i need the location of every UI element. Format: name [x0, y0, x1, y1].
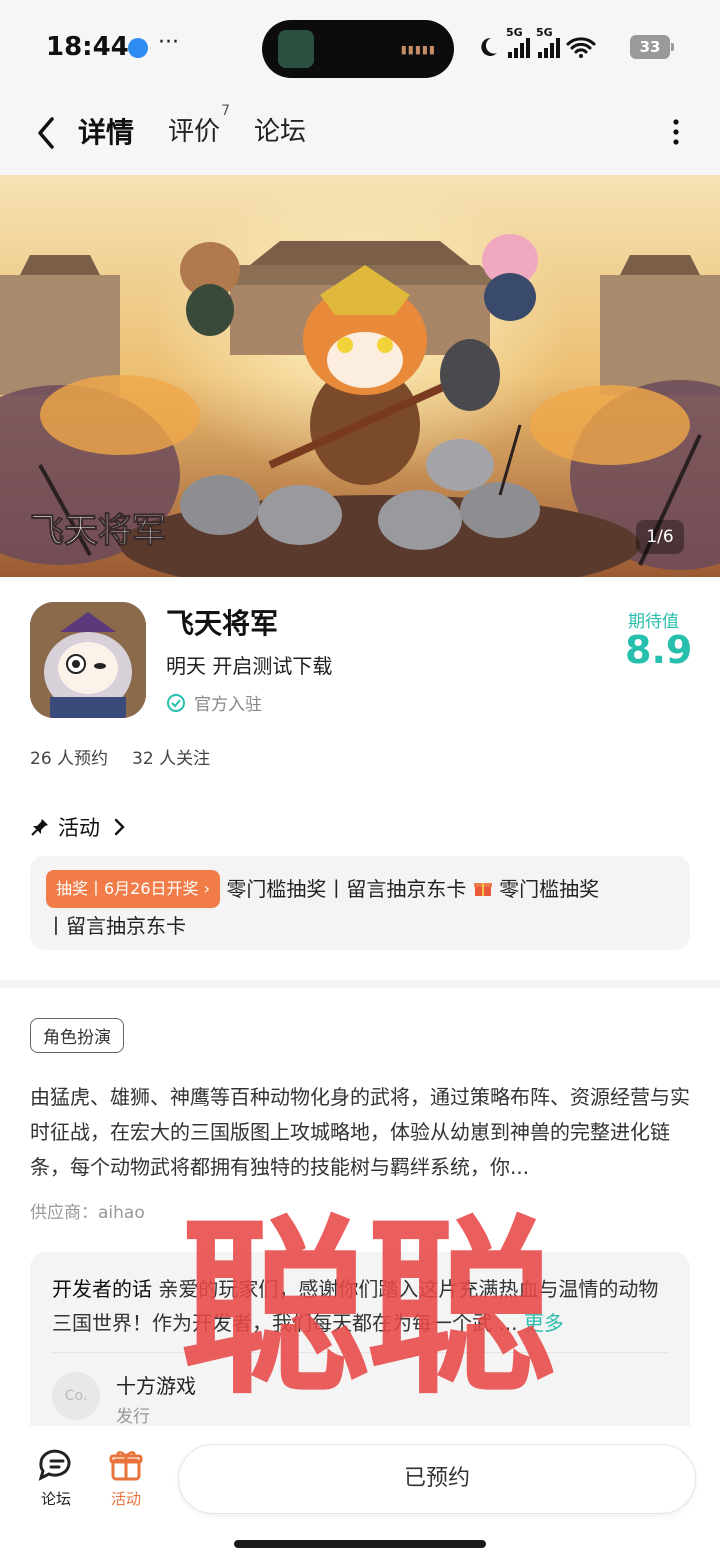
- publisher-role: 发行: [116, 1407, 150, 1427]
- forum-chat-icon: [38, 1449, 71, 1481]
- activity-title: 活动: [58, 816, 100, 840]
- tab-review[interactable]: 评价 7: [168, 103, 230, 148]
- watermark-overlay: 聪聪: [180, 1199, 556, 1420]
- forum-button[interactable]: 论坛: [26, 1448, 86, 1509]
- activity-label: 活动: [110, 1490, 141, 1508]
- battery-icon: 33: [630, 35, 674, 59]
- expectation-score: 8.9: [625, 628, 693, 672]
- activity-card[interactable]: 抽奖丨6月26日开奖 › 零门槛抽奖丨留言抽京东卡 零门槛抽奖 丨留言抽京东卡: [30, 856, 690, 950]
- section-divider: [0, 980, 720, 988]
- official-label: 官方入驻: [194, 695, 262, 715]
- tab-review-label: 评价: [168, 117, 221, 147]
- top-navigation: 详情 评价 7 论坛: [0, 95, 720, 175]
- app-notification-icon: [128, 38, 148, 58]
- activity-header[interactable]: 活动: [30, 812, 126, 842]
- supplier-label: 供应商：aihao: [30, 1203, 145, 1223]
- app-title: 飞天将军: [166, 607, 279, 640]
- reserved-button[interactable]: 已预约: [178, 1444, 696, 1514]
- pin-icon: [31, 819, 48, 836]
- home-indicator[interactable]: [234, 1540, 486, 1548]
- audio-bars-icon: ▮▮▮▮▮: [400, 43, 436, 56]
- review-count-badge: 7: [221, 103, 231, 119]
- svg-text:飞天将军: 飞天将军: [30, 511, 166, 551]
- lottery-badge-label: 抽奖丨6月26日开奖: [56, 879, 199, 898]
- status-more-icon: ···: [158, 30, 179, 55]
- network-type-label: 5G: [506, 26, 523, 39]
- tab-forum-label: 论坛: [254, 117, 307, 147]
- activity-line-2: 丨留言抽京东卡: [46, 914, 186, 938]
- back-arrow-icon[interactable]: [32, 113, 60, 153]
- dynamic-island: ▮▮▮▮▮: [262, 20, 454, 78]
- live-activity-thumbnail: [278, 30, 314, 68]
- app-stats: 26 人预约 32 人关注: [30, 744, 210, 769]
- activity-text-b: 零门槛抽奖: [499, 877, 600, 901]
- signal-icon: 5G: [506, 26, 530, 58]
- app-icon-art: [30, 602, 146, 718]
- tab-forum[interactable]: 论坛: [254, 111, 306, 148]
- status-indicators: 5G 5G: [476, 26, 596, 64]
- status-time: 18:44: [46, 32, 129, 62]
- tab-detail[interactable]: 详情: [74, 111, 139, 155]
- gift-box-icon: [109, 1451, 143, 1481]
- network-type-label: 5G: [536, 26, 553, 39]
- verified-check-icon: [167, 693, 185, 712]
- tab-detail-label: 详情: [78, 116, 135, 149]
- game-logo: 飞天将军: [30, 511, 167, 552]
- wifi-icon: [566, 37, 596, 58]
- gift-icon: [473, 883, 492, 896]
- game-description[interactable]: 由猛虎、雄狮、神鹰等百种动物化身的武将，通过策略布阵、资源经营与实时征战，在宏大…: [30, 1080, 692, 1184]
- screenshot-carousel[interactable]: 飞天将军 1/6: [0, 175, 720, 577]
- reservation-count: 26 人预约: [30, 749, 109, 769]
- activity-line-1: 抽奖丨6月26日开奖 › 零门槛抽奖丨留言抽京东卡 零门槛抽奖: [46, 870, 674, 908]
- chevron-right-icon: [114, 818, 125, 836]
- test-schedule: 明天 开启测试下载: [166, 654, 333, 678]
- lottery-badge[interactable]: 抽奖丨6月26日开奖 ›: [46, 870, 221, 908]
- official-badge: 官方入驻: [166, 690, 262, 715]
- activity-button[interactable]: 活动: [96, 1448, 156, 1509]
- publisher-avatar[interactable]: Co.: [52, 1372, 100, 1420]
- developer-note-title: 开发者的话: [52, 1277, 152, 1301]
- follower-count: 32 人关注: [132, 749, 211, 769]
- carousel-counter: 1/6: [636, 520, 684, 554]
- more-menu-icon[interactable]: [668, 117, 684, 147]
- moon-icon: [481, 37, 497, 56]
- signal-icon: 5G: [536, 26, 560, 58]
- app-icon: [30, 602, 146, 718]
- status-bar: 18:44 ··· ▮▮▮▮▮ 5G 5G 33: [0, 0, 720, 95]
- activity-text-a: 零门槛抽奖丨留言抽京东卡: [226, 877, 467, 901]
- genre-tag[interactable]: 角色扮演: [30, 1018, 124, 1053]
- forum-label: 论坛: [40, 1490, 71, 1508]
